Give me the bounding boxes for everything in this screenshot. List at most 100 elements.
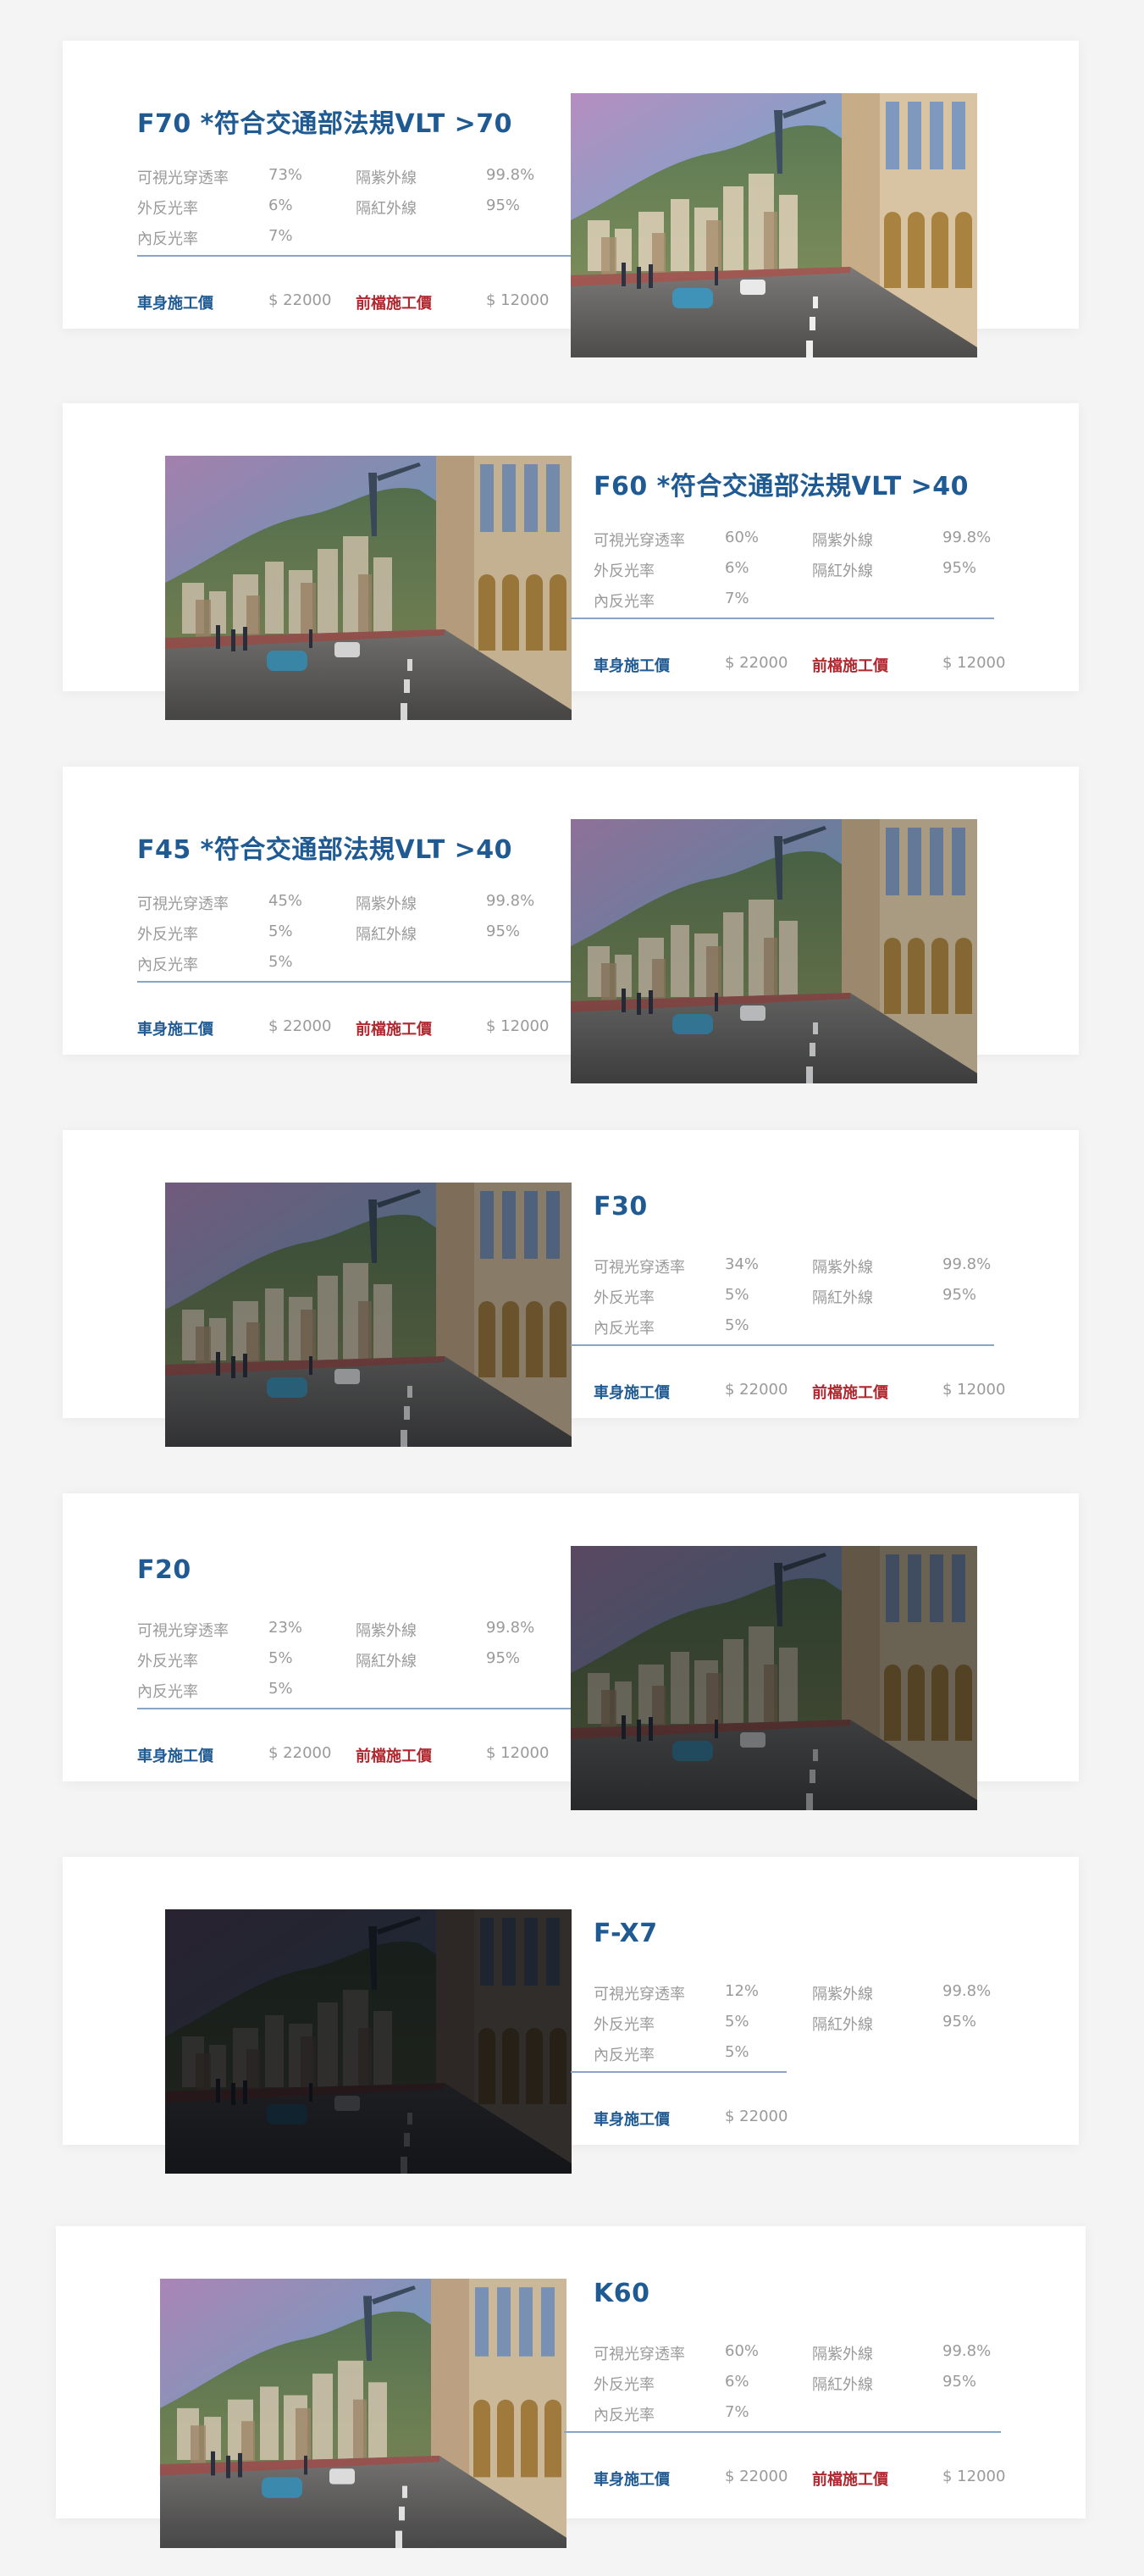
divider <box>571 2071 787 2073</box>
spec-value: 12% <box>725 1982 760 2000</box>
body-price-value: $ 22000 <box>725 2108 788 2125</box>
body-price-label: 車身施工價 <box>594 657 670 675</box>
spec-value: 5% <box>268 953 293 971</box>
divider <box>571 1344 994 1346</box>
spec-value: 73% <box>268 166 303 184</box>
spec-label: 可視光穿透率 <box>594 2346 685 2363</box>
body-price-value: $ 22000 <box>725 1381 788 1399</box>
body-price-label: 車身施工價 <box>137 1021 213 1039</box>
front-price-value: $ 12000 <box>942 1381 1006 1399</box>
spec-value: 95% <box>942 2013 977 2030</box>
spec-value: 99.8% <box>942 1255 992 1273</box>
spec-value: 5% <box>268 1649 293 1667</box>
tint-overlay <box>160 2279 566 2548</box>
product-card: K60 可視光穿透率 60% 外反光率 6% 內反光率 7% 隔紫外線 99.8% 隔紅外線 95%… <box>56 2226 1086 2548</box>
spec-label: 內反光率 <box>594 593 655 611</box>
front-price-label: 前檔施工價 <box>356 295 432 313</box>
front-price-label: 前檔施工價 <box>356 1748 432 1765</box>
body-price-label: 車身施工價 <box>594 2111 670 2129</box>
spec-label: 外反光率 <box>137 200 198 218</box>
product-photo <box>165 1909 572 2174</box>
spec-label: 可視光穿透率 <box>137 1622 229 1640</box>
spec-label: 外反光率 <box>594 2016 655 2034</box>
body-price-label: 車身施工價 <box>594 1384 670 1402</box>
tint-product-list: F70 *符合交通部法規VLT >70 可視光穿透率 73% 外反光率 6% 內反光率 7%… <box>0 0 1144 2576</box>
product-photo <box>165 1183 572 1447</box>
spec-label: 內反光率 <box>137 956 198 974</box>
spec-label: 隔紅外線 <box>812 562 873 580</box>
spec-label: 外反光率 <box>137 1653 198 1670</box>
spec-value: 5% <box>725 2013 749 2030</box>
spec-label: 內反光率 <box>594 1320 655 1338</box>
spec-value: 99.8% <box>942 529 992 546</box>
front-price-label: 前檔施工價 <box>356 1021 432 1039</box>
spec-value: 95% <box>942 559 977 577</box>
tint-overlay <box>571 1546 977 1810</box>
product-photo <box>160 2279 566 2548</box>
spec-label: 隔紅外線 <box>812 2016 873 2034</box>
body-price-value: $ 22000 <box>268 1744 332 1762</box>
product-card: F-X7 可視光穿透率 12% 外反光率 5% 內反光率 5% 隔紫外線 99.8% 隔紅外線 95… <box>63 1857 1079 2174</box>
spec-label: 隔紫外線 <box>356 1622 417 1640</box>
tint-overlay <box>571 819 977 1083</box>
spec-value: 60% <box>725 2342 760 2360</box>
spec-label: 可視光穿透率 <box>137 169 229 187</box>
spec-value: 34% <box>725 1255 760 1273</box>
spec-value: 99.8% <box>486 892 535 910</box>
spec-label: 外反光率 <box>594 562 655 580</box>
product-title: F60 *符合交通部法規VLT >40 <box>594 472 970 501</box>
tint-overlay <box>165 456 572 720</box>
front-price-value: $ 12000 <box>942 2468 1006 2485</box>
front-price-value: $ 12000 <box>942 654 1006 672</box>
spec-label: 隔紫外線 <box>812 1986 873 2003</box>
product-card: F70 *符合交通部法規VLT >70 可視光穿透率 73% 外反光率 6% 內反光率 7%… <box>63 41 1079 357</box>
divider <box>137 981 571 983</box>
body-price-value: $ 22000 <box>268 1017 332 1035</box>
body-price-value: $ 22000 <box>725 654 788 672</box>
product-title: F45 *符合交通部法規VLT >40 <box>137 835 513 865</box>
spec-value: 5% <box>725 2043 749 2061</box>
spec-label: 隔紅外線 <box>812 1289 873 1307</box>
product-title: F70 *符合交通部法規VLT >70 <box>137 109 513 139</box>
spec-label: 隔紫外線 <box>812 2346 873 2363</box>
spec-value: 95% <box>486 1649 521 1667</box>
tint-overlay <box>165 1909 572 2174</box>
spec-label: 外反光率 <box>137 926 198 944</box>
spec-label: 外反光率 <box>594 1289 655 1307</box>
product-card: F60 *符合交通部法規VLT >40 可視光穿透率 60% 外反光率 6% 內反光率 7%… <box>63 403 1079 720</box>
spec-value: 99.8% <box>486 166 535 184</box>
product-card: F45 *符合交通部法規VLT >40 可視光穿透率 45% 外反光率 5% 內反光率 5%… <box>63 767 1079 1083</box>
divider <box>571 618 994 619</box>
spec-value: 5% <box>268 1680 293 1698</box>
front-price-value: $ 12000 <box>486 291 550 309</box>
product-title: K60 <box>594 2279 650 2308</box>
spec-label: 可視光穿透率 <box>594 1986 685 2003</box>
body-price-value: $ 22000 <box>268 291 332 309</box>
front-price-label: 前檔施工價 <box>812 2471 888 2489</box>
spec-value: 23% <box>268 1619 303 1637</box>
spec-label: 可視光穿透率 <box>137 895 229 913</box>
spec-value: 95% <box>486 922 521 940</box>
spec-label: 隔紅外線 <box>356 1653 417 1670</box>
spec-label: 隔紫外線 <box>812 1259 873 1277</box>
spec-value: 95% <box>486 197 521 214</box>
spec-label: 可視光穿透率 <box>594 532 685 550</box>
front-price-label: 前檔施工價 <box>812 657 888 675</box>
product-photo <box>571 819 977 1083</box>
spec-value: 7% <box>725 590 749 607</box>
spec-label: 內反光率 <box>594 2407 655 2424</box>
spec-value: 5% <box>268 922 293 940</box>
spec-label: 可視光穿透率 <box>594 1259 685 1277</box>
spec-value: 6% <box>268 197 293 214</box>
body-price-label: 車身施工價 <box>137 1748 213 1765</box>
spec-value: 95% <box>942 2373 977 2390</box>
spec-label: 外反光率 <box>594 2376 655 2394</box>
spec-value: 95% <box>942 1286 977 1304</box>
spec-label: 隔紅外線 <box>812 2376 873 2394</box>
divider <box>564 2431 1001 2433</box>
spec-value: 7% <box>268 227 293 245</box>
spec-value: 6% <box>725 2373 749 2390</box>
spec-value: 60% <box>725 529 760 546</box>
product-title: F-X7 <box>594 1919 658 1948</box>
product-card: F20 可視光穿透率 23% 外反光率 5% 內反光率 5% 隔紫外線 99.8% 隔紅外線 95%… <box>63 1493 1079 1810</box>
